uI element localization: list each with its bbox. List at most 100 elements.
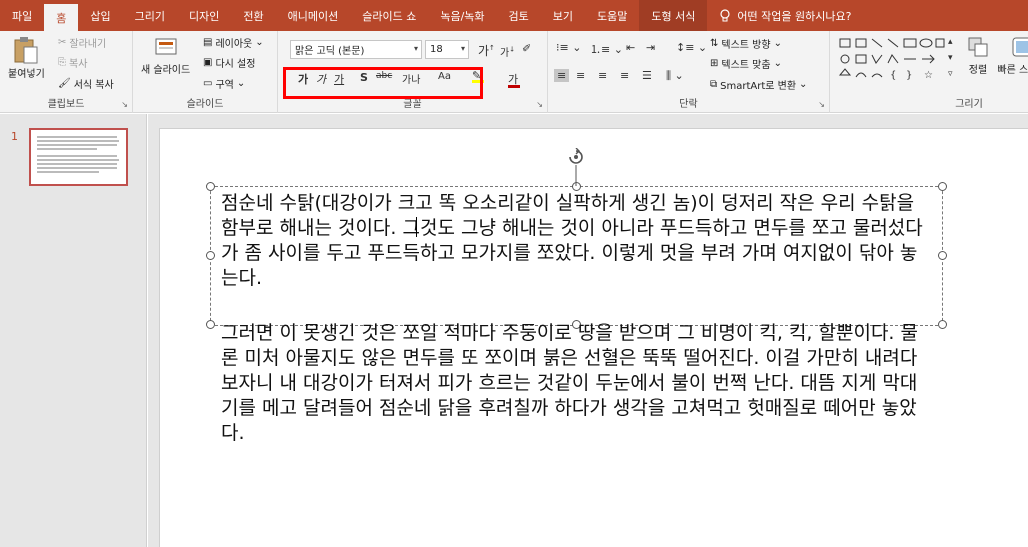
smartart-button[interactable]: ⧉ SmartArt로 변환 ⌄ xyxy=(710,77,807,92)
tab-insert[interactable]: 삽입 xyxy=(78,0,122,31)
align-left-icon[interactable]: ≡ xyxy=(554,69,570,82)
chevron-down-icon: ▾ xyxy=(460,44,465,53)
line-spacing-icon[interactable]: ↕≡ ⌄ xyxy=(676,41,707,54)
paragraph-group: ⁝≡ ⌄ ⒈≡ ⌄ ⇤ ⇥ ↕≡ ⌄ ≡ ≡ ≡ ≡ ☰ ⫼ ⌄ ⇅ 텍스트 방향… xyxy=(548,31,830,113)
thumb-text-line xyxy=(37,163,117,165)
tab-file[interactable]: 파일 xyxy=(0,0,44,31)
slide-number: 1 xyxy=(11,130,18,143)
paragraph-launcher-icon[interactable]: ↘ xyxy=(818,100,825,109)
font-color-icon[interactable]: 가 xyxy=(508,71,520,88)
thumb-text-line xyxy=(37,136,117,138)
layout-icon: ▤ xyxy=(203,37,213,48)
shapes-gallery[interactable]: { } ☆ xyxy=(838,37,946,89)
clipboard-launcher-icon[interactable]: ↘ xyxy=(121,100,128,109)
paste-icon xyxy=(14,37,38,64)
shrink-font-icon[interactable]: 가↓ xyxy=(500,44,515,59)
quick-styles-button[interactable]: 빠른 스타일 xyxy=(997,35,1028,76)
resize-handle-bottom-left[interactable] xyxy=(206,320,215,329)
distributed-icon[interactable]: ☰ xyxy=(642,69,652,82)
slide-thumbnail[interactable] xyxy=(29,128,128,186)
ribbon: 붙여넣기 ✂ 잘라내기 ⎘ 복사 🖌 서식 복사 클립보드 ↘ 새 슬라이드 ▤ 레이아… xyxy=(0,31,1028,113)
numbering-icon[interactable]: ⒈≡ ⌄ xyxy=(590,41,623,57)
columns-icon[interactable]: ⫼ ⌄ xyxy=(666,69,684,83)
gallery-scroll-down-icon[interactable]: ▾ xyxy=(948,53,953,63)
format-painter-button[interactable]: 🖌 서식 복사 xyxy=(58,76,114,91)
tab-design[interactable]: 디자인 xyxy=(177,0,231,31)
align-center-icon[interactable]: ≡ xyxy=(576,69,585,82)
cut-button[interactable]: ✂ 잘라내기 xyxy=(58,35,106,50)
paste-button[interactable]: 붙여넣기 xyxy=(8,35,45,80)
grow-font-icon[interactable]: 가↑ xyxy=(478,42,495,59)
tell-me-text: 어떤 작업을 원하시나요? xyxy=(737,9,852,23)
tab-record[interactable]: 녹음/녹화 xyxy=(428,0,496,31)
tab-draw[interactable]: 그리기 xyxy=(123,0,177,31)
reset-icon: ▣ xyxy=(203,57,213,68)
thumb-text-line xyxy=(37,159,119,161)
resize-handle-right[interactable] xyxy=(938,251,947,260)
new-slide-icon xyxy=(155,38,177,55)
align-text-icon: ⊞ xyxy=(710,58,719,69)
drawing-group: { } ☆ ▴ ▾ ▿ 정렬 빠른 스타일 그리기 xyxy=(830,31,1028,113)
gallery-scroll-up-icon[interactable]: ▴ xyxy=(948,37,953,47)
text-direction-button[interactable]: ⇅ 텍스트 방향 ⌄ xyxy=(710,36,782,51)
paragraph-group-label: 단락 xyxy=(679,99,698,110)
tab-transitions[interactable]: 전환 xyxy=(231,0,275,31)
tab-help[interactable]: 도움말 xyxy=(585,0,639,31)
align-text-button[interactable]: ⊞ 텍스트 맞춤 ⌄ xyxy=(710,56,782,71)
clear-format-icon[interactable]: ✐ xyxy=(522,42,531,55)
justify-icon[interactable]: ≡ xyxy=(620,69,629,82)
clipboard-group: 붙여넣기 ✂ 잘라내기 ⎘ 복사 🖌 서식 복사 클립보드 ↘ xyxy=(0,31,133,113)
resize-handle-left[interactable] xyxy=(206,251,215,260)
decrease-indent-icon[interactable]: ⇤ xyxy=(626,41,635,54)
thumb-text-line xyxy=(37,144,117,146)
section-button[interactable]: ▭ 구역 ⌄ xyxy=(203,76,245,91)
tab-home[interactable]: 홈 xyxy=(44,4,79,31)
tab-animations[interactable]: 애니메이션 xyxy=(276,0,351,31)
resize-handle-bottom-right[interactable] xyxy=(938,320,947,329)
svg-text:{: { xyxy=(890,70,896,81)
font-launcher-icon[interactable]: ↘ xyxy=(536,100,543,109)
tab-view[interactable]: 보기 xyxy=(541,0,585,31)
slides-group: 새 슬라이드 ▤ 레이아웃 ⌄ ▣ 다시 설정 ▭ 구역 ⌄ 슬라이드 xyxy=(133,31,278,113)
align-right-icon[interactable]: ≡ xyxy=(598,69,607,82)
chevron-down-icon: ⌄ xyxy=(773,38,782,49)
svg-text:☆: ☆ xyxy=(924,70,933,81)
tell-me-search[interactable]: 어떤 작업을 원하시나요? xyxy=(707,8,851,24)
lightbulb-icon xyxy=(720,8,730,21)
reset-button[interactable]: ▣ 다시 설정 xyxy=(203,55,255,70)
text-direction-icon: ⇅ xyxy=(710,38,719,49)
font-combo-highlight xyxy=(283,67,483,99)
section-icon: ▭ xyxy=(203,78,213,89)
bullets-icon[interactable]: ⁝≡ ⌄ xyxy=(556,41,581,54)
slide-paragraph-2[interactable]: 그러면 이 못생긴 것은 쪼일 적마다 주둥이로 땅을 받으며 그 비명이 킥,… xyxy=(221,321,933,446)
text-caret xyxy=(416,217,417,237)
gallery-more-icon[interactable]: ▿ xyxy=(948,69,953,79)
increase-indent-icon[interactable]: ⇥ xyxy=(646,41,655,54)
arrange-icon xyxy=(968,37,988,57)
layout-button[interactable]: ▤ 레이아웃 ⌄ xyxy=(203,35,264,50)
drawing-group-label: 그리기 xyxy=(955,99,983,110)
rotate-handle-icon[interactable] xyxy=(566,148,586,186)
thumb-text-line xyxy=(37,148,97,150)
resize-handle-top-left[interactable] xyxy=(206,182,215,191)
slide-thumbnail-pane: 1 xyxy=(0,114,147,547)
font-name-combo[interactable]: 맑은 고딕 (본문) ▾ xyxy=(290,40,422,59)
slide-paragraph-1[interactable]: 점순네 수탉(대강이가 크고 똑 오소리같이 실팍하게 생긴 놈)이 덩저리 작… xyxy=(221,191,933,291)
chevron-down-icon: ⌄ xyxy=(236,78,246,89)
scissors-icon: ✂ xyxy=(58,37,67,48)
tab-slideshow[interactable]: 슬라이드 쇼 xyxy=(350,0,428,31)
arrange-button[interactable]: 정렬 xyxy=(966,35,990,76)
ribbon-tab-bar: 파일 홈 삽입 그리기 디자인 전환 애니메이션 슬라이드 쇼 녹음/녹화 검토… xyxy=(0,0,1028,31)
tab-shape-format[interactable]: 도형 서식 xyxy=(639,0,708,31)
thumb-text-line xyxy=(37,140,119,142)
quick-styles-icon xyxy=(1012,37,1028,57)
slides-group-label: 슬라이드 xyxy=(186,99,224,110)
clipboard-group-label: 클립보드 xyxy=(47,99,85,110)
new-slide-button[interactable]: 새 슬라이드 xyxy=(141,35,190,76)
tab-review[interactable]: 검토 xyxy=(497,0,541,31)
font-size-combo[interactable]: 18 ▾ xyxy=(425,40,469,59)
copy-button[interactable]: ⎘ 복사 xyxy=(58,55,87,70)
thumb-text-line xyxy=(37,171,99,173)
chevron-down-icon: ⌄ xyxy=(773,58,782,69)
resize-handle-top-right[interactable] xyxy=(938,182,947,191)
